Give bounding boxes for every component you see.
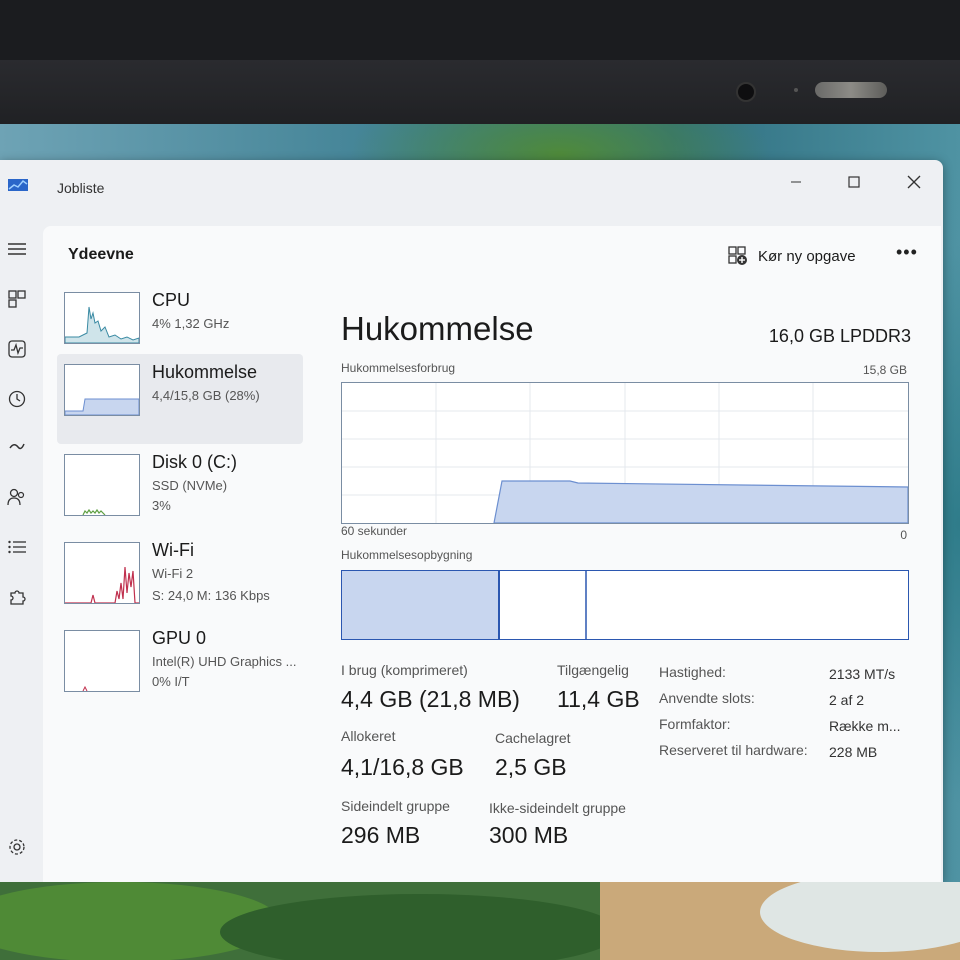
close-icon: [907, 175, 921, 189]
sidebar-item-cpu[interactable]: CPU 4% 1,32 GHz: [57, 282, 303, 364]
task-manager-icon: [8, 179, 28, 191]
sidebar-item-detail-2: S: 24,0 M: 136 Kbps: [152, 588, 270, 603]
window-title: Jobliste: [57, 180, 105, 196]
memory-usage-graph: [341, 382, 909, 524]
memory-spec: 16,0 GB LPDDR3: [768, 326, 911, 346]
sidebar-item-wifi[interactable]: Wi-Fi Wi-Fi 2 S: 24,0 M: 136 Kbps: [57, 532, 303, 620]
task-manager-window: Jobliste Ydeevne Kør ny opgave ••• CPU 4…: [0, 160, 943, 882]
nav-users-button[interactable]: [2, 482, 32, 512]
webcam-led: [794, 88, 798, 92]
services-puzzle-icon: [10, 590, 26, 605]
users-icon: [7, 488, 25, 506]
in-use-value: 4,4 GB (21,8 MB): [341, 686, 520, 712]
hamburger-menu-icon: [8, 243, 26, 255]
form-factor-value: Række m...: [829, 718, 901, 734]
slots-label: Anvendte slots:: [659, 690, 755, 706]
available-value: 11,4 GB: [557, 686, 640, 712]
usage-graph-label: Hukommelsesforbrug: [341, 361, 456, 375]
minimize-icon: [791, 181, 801, 183]
nav-processes-button[interactable]: [2, 284, 32, 314]
sidebar-item-memory[interactable]: Hukommelse 4,4/15,8 GB (28%): [57, 354, 303, 444]
performance-page: Ydeevne Kør ny opgave ••• CPU 4% 1,32 GH…: [43, 226, 941, 882]
laptop-bezel: [0, 0, 960, 60]
sidebar-item-name: GPU 0: [152, 628, 207, 648]
available-label: Tilgængelig: [557, 662, 629, 678]
history-icon: [8, 390, 26, 408]
nonpaged-pool-label: Ikke-sideindelt gruppe: [489, 800, 626, 816]
webcam: [736, 82, 756, 102]
memory-composition-bar: [341, 570, 909, 640]
sidebar-item-name: Hukommelse: [152, 362, 258, 382]
slots-value: 2 af 2: [829, 692, 865, 708]
nav-performance-button[interactable]: [2, 334, 32, 364]
sidebar-item-detail: Intel(R) UHD Graphics ...: [152, 654, 297, 669]
nav-menu-button[interactable]: [2, 234, 32, 264]
paged-pool-label: Sideindelt gruppe: [341, 798, 450, 814]
speed-label: Hastighed:: [659, 664, 726, 680]
usage-graph-max: 15,8 GB: [862, 363, 907, 377]
nav-startup-button[interactable]: [2, 432, 32, 462]
performance-icon: [8, 340, 26, 358]
sidebar-item-detail-2: 3%: [152, 498, 171, 513]
wallpaper-foliage: [0, 882, 960, 960]
page-title: Ydeevne: [68, 246, 134, 263]
privacy-shutter: [815, 82, 887, 98]
close-button[interactable]: [894, 168, 934, 196]
minimize-button[interactable]: [776, 168, 816, 196]
nonpaged-pool-value: 300 MB: [489, 822, 569, 848]
sidebar-item-disk[interactable]: Disk 0 (C:) SSD (NVMe) 3%: [57, 444, 303, 532]
cpu-thumbnail-graph: [64, 292, 140, 344]
startup-icon: [9, 443, 25, 450]
resource-list: CPU 4% 1,32 GHz Hukommelse 4,4/15,8 GB (…: [57, 282, 303, 882]
gpu-thumbnail-graph: [64, 630, 140, 692]
nav-details-button[interactable]: [2, 532, 32, 562]
gear-icon: [9, 839, 25, 855]
title-bar[interactable]: Jobliste: [0, 160, 943, 210]
form-factor-label: Formfaktor:: [659, 716, 731, 732]
committed-value: 4,1/16,8 GB: [341, 754, 464, 780]
maximize-button[interactable]: [834, 168, 874, 196]
cached-label: Cachelagret: [495, 730, 571, 746]
wifi-thumbnail-graph: [64, 542, 140, 604]
maximize-icon: [848, 176, 860, 188]
hardware-reserved-value: 228 MB: [829, 744, 878, 760]
composition-label: Hukommelsesopbygning: [341, 548, 473, 562]
cached-value: 2,5 GB: [495, 754, 567, 780]
hardware-reserved-label: Reserveret til hardware:: [659, 742, 808, 758]
sidebar-item-gpu[interactable]: GPU 0 Intel(R) UHD Graphics ... 0% I/T: [57, 620, 303, 708]
sidebar-item-detail: 4% 1,32 GHz: [152, 316, 230, 331]
sidebar-item-detail-2: 0% I/T: [152, 674, 190, 689]
nav-services-button[interactable]: [2, 582, 32, 612]
navigation-rail: [0, 226, 40, 876]
committed-label: Allokeret: [341, 728, 396, 744]
sidebar-item-name: CPU: [152, 290, 191, 310]
speed-value: 2133 MT/s: [829, 666, 896, 682]
disk-thumbnail-graph: [64, 454, 140, 516]
sidebar-item-detail: SSD (NVMe): [152, 478, 228, 493]
sidebar-item-name: Disk 0 (C:): [152, 452, 237, 472]
usage-graph-time: 60 sekunder: [341, 524, 408, 538]
processes-icon: [8, 290, 26, 308]
memory-title: Hukommelse: [341, 310, 534, 347]
sidebar-item-detail: Wi-Fi 2: [152, 566, 194, 581]
sidebar-item-name: Wi-Fi: [152, 540, 194, 560]
in-use-label: I brug (komprimeret): [341, 662, 468, 678]
memory-thumbnail-graph: [64, 364, 140, 416]
memory-details-panel: Hukommelse 16,0 GB LPDDR3 Hukommelsesfor…: [341, 226, 921, 882]
paged-pool-value: 296 MB: [341, 822, 421, 848]
usage-graph-min: 0: [900, 528, 907, 542]
nav-settings-button[interactable]: [2, 832, 32, 862]
details-list-icon: [8, 540, 26, 554]
nav-app-history-button[interactable]: [2, 384, 32, 414]
sidebar-item-detail: 4,4/15,8 GB (28%): [152, 388, 260, 403]
